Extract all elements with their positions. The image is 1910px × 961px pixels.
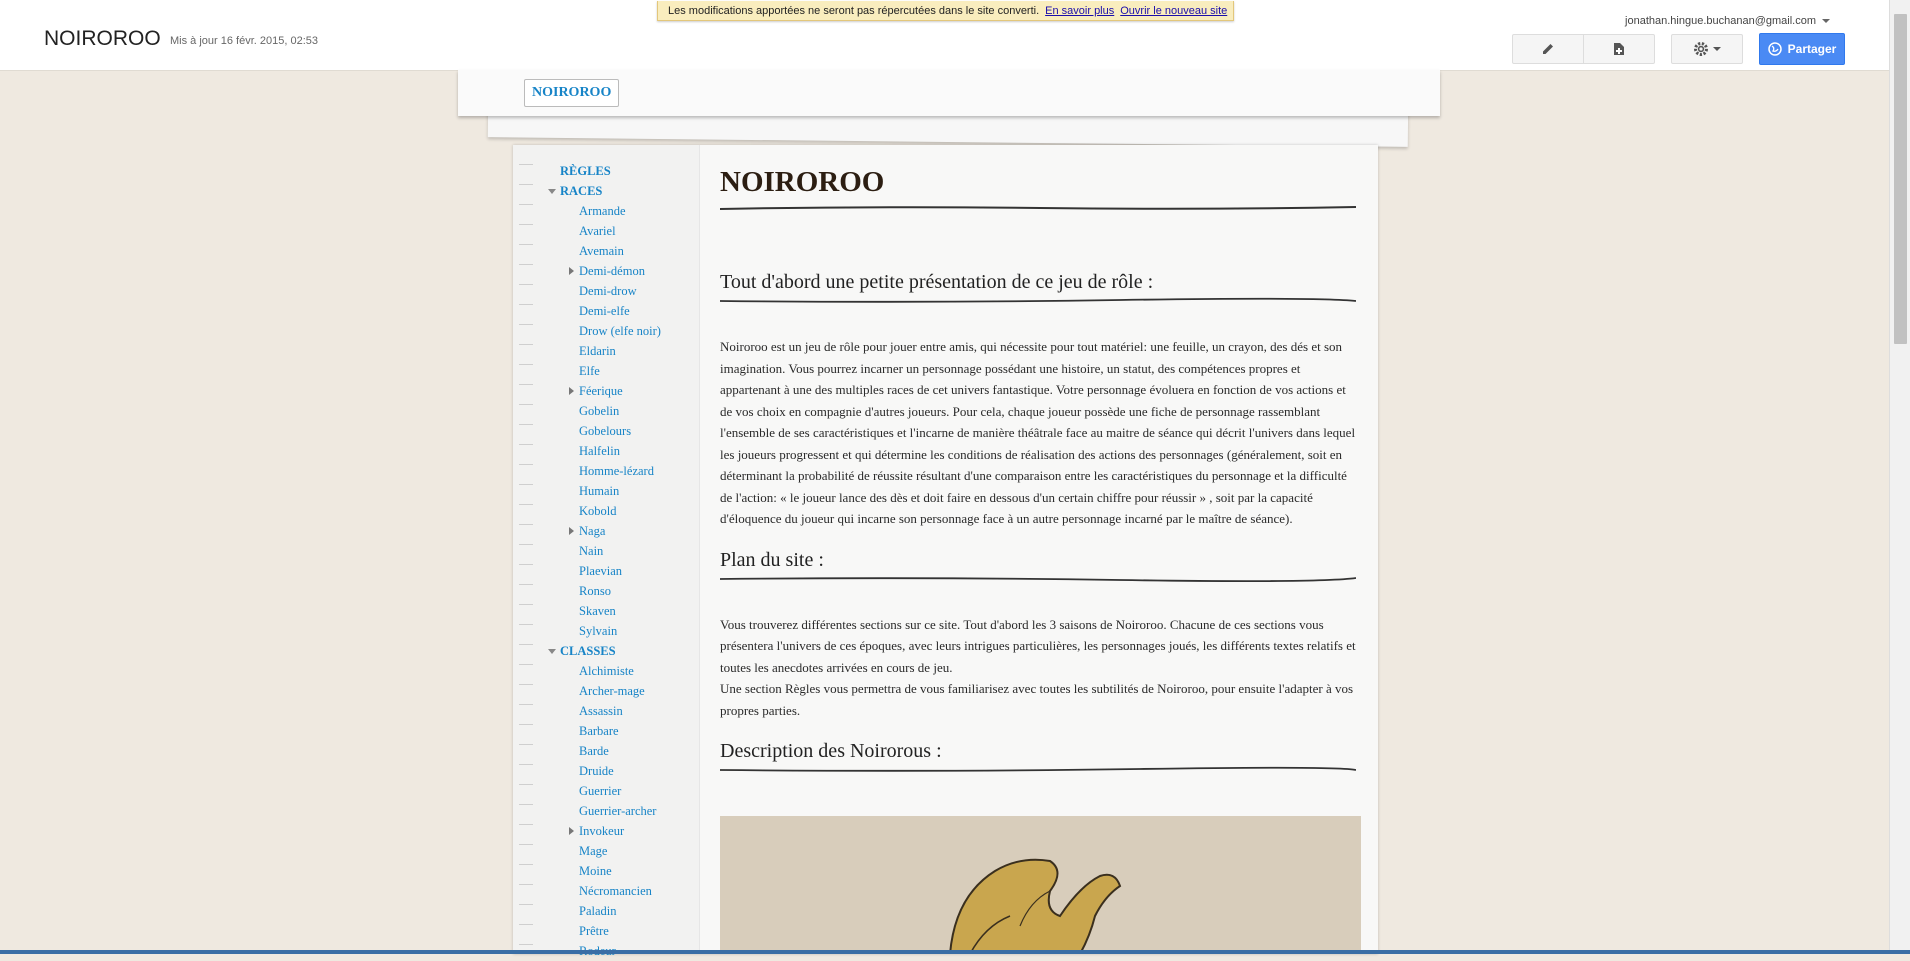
user-email: jonathan.hingue.buchanan@gmail.com xyxy=(1625,15,1816,27)
nav-item[interactable]: Invokeur xyxy=(541,821,699,841)
learn-more-link[interactable]: En savoir plus xyxy=(1045,5,1114,17)
section-underline xyxy=(719,576,1357,582)
nav-item[interactable]: Skaven xyxy=(541,601,699,621)
nav-regles[interactable]: RÈGLES xyxy=(541,161,699,181)
header-home-tab[interactable]: NOIROROO xyxy=(524,79,620,107)
expand-down-icon[interactable] xyxy=(548,649,556,654)
nav-item[interactable]: Moine xyxy=(541,861,699,881)
expand-right-icon[interactable] xyxy=(569,267,574,275)
settings-button[interactable] xyxy=(1671,34,1743,64)
nav-races[interactable]: RACES xyxy=(541,181,699,201)
new-page-icon xyxy=(1614,43,1624,55)
nav-item[interactable]: Archer-mage xyxy=(541,681,699,701)
nav-item[interactable]: Demi-elfe xyxy=(541,301,699,321)
nav-item[interactable]: Naga xyxy=(541,521,699,541)
nav-item[interactable]: Nain xyxy=(541,541,699,561)
section-heading-description: Description des Noirorous : xyxy=(720,740,942,762)
chevron-down-icon xyxy=(1713,47,1721,51)
noirorou-illustration xyxy=(720,816,1361,954)
expand-right-icon[interactable] xyxy=(569,827,574,835)
chevron-down-icon xyxy=(1822,19,1830,24)
nav-item[interactable]: Drow (elfe noir) xyxy=(541,321,699,341)
nav-item[interactable]: Demi-démon xyxy=(541,261,699,281)
user-account-menu[interactable]: jonathan.hingue.buchanan@gmail.com xyxy=(1625,15,1830,27)
spiral-binding xyxy=(519,150,533,950)
expand-down-icon[interactable] xyxy=(548,189,556,194)
nav-item[interactable]: Elfe xyxy=(541,361,699,381)
pencil-icon xyxy=(1543,44,1553,54)
presentation-paragraph: Noiroroo est un jeu de rôle pour jouer e… xyxy=(720,339,1356,526)
open-new-site-link[interactable]: Ouvrir le nouveau site xyxy=(1120,5,1227,17)
plan-paragraph-1: Vous trouverez différentes sections sur … xyxy=(720,616,1356,675)
nav-item-label: Féerique xyxy=(579,384,623,398)
nav-item[interactable]: Avemain xyxy=(541,241,699,261)
nav-item[interactable]: Homme-lézard xyxy=(541,461,699,481)
gear-icon xyxy=(1694,42,1708,56)
nav-item[interactable]: Halfelin xyxy=(541,441,699,461)
nav-item[interactable]: Nécromancien xyxy=(541,881,699,901)
nav-item[interactable]: Barbare xyxy=(541,721,699,741)
section-underline xyxy=(719,766,1357,772)
sidebar-nav: RÈGLES RACES Armande Avariel Avemain Dem… xyxy=(541,161,699,961)
main-content: NOIROROO Tout d'abord une petite présent… xyxy=(719,160,1360,789)
site-title[interactable]: NOIROROO xyxy=(44,27,161,51)
nav-races-label: RACES xyxy=(560,184,603,198)
section-heading-plan: Plan du site : xyxy=(720,548,824,571)
section-heading-presentation: Tout d'abord une petite présentation de … xyxy=(720,271,1154,293)
expand-right-icon[interactable] xyxy=(569,527,574,535)
nav-item-label: Demi-démon xyxy=(579,264,645,278)
nav-item[interactable]: Ronso xyxy=(541,581,699,601)
nav-item[interactable]: Féerique xyxy=(541,381,699,401)
edit-page-button[interactable] xyxy=(1513,35,1584,63)
expand-right-icon[interactable] xyxy=(569,387,574,395)
nav-item[interactable]: Avariel xyxy=(541,221,699,241)
vertical-scrollbar[interactable] xyxy=(1889,0,1910,954)
nav-item[interactable]: Alchimiste xyxy=(541,661,699,681)
taskbar-edge xyxy=(0,950,1910,954)
nav-item[interactable]: Plaevian xyxy=(541,561,699,581)
nav-item[interactable]: Armande xyxy=(541,201,699,221)
nav-item[interactable]: Sylvain xyxy=(541,621,699,641)
nav-item[interactable]: Paladin xyxy=(541,901,699,921)
nav-item[interactable]: Eldarin xyxy=(541,341,699,361)
edit-button-group xyxy=(1512,34,1655,64)
nav-item[interactable]: Assassin xyxy=(541,701,699,721)
title-underline xyxy=(719,206,1357,210)
creature-drawing xyxy=(720,816,1361,954)
nav-item[interactable]: Guerrier-archer xyxy=(541,801,699,821)
nav-classes[interactable]: CLASSES xyxy=(541,641,699,661)
last-updated: Mis à jour 16 févr. 2015, 02:53 xyxy=(170,35,318,47)
section-underline xyxy=(719,297,1357,303)
nav-item-label: Naga xyxy=(579,524,606,538)
nav-item[interactable]: Druide xyxy=(541,761,699,781)
nav-item[interactable]: Gobelours xyxy=(541,421,699,441)
nav-item[interactable]: Kobold xyxy=(541,501,699,521)
scrollbar-thumb[interactable] xyxy=(1894,14,1907,344)
plan-paragraph-2: Une section Règles vous permettra de vou… xyxy=(720,681,1354,718)
conversion-notice: Les modifications apportées ne seront pa… xyxy=(657,1,1234,21)
nav-item[interactable]: Prêtre xyxy=(541,921,699,941)
share-label: Partager xyxy=(1787,42,1837,56)
nav-item[interactable]: Barde xyxy=(541,741,699,761)
share-button[interactable]: Partager xyxy=(1759,33,1845,65)
nav-item-label: Invokeur xyxy=(579,824,625,838)
nav-item[interactable]: Humain xyxy=(541,481,699,501)
nav-classes-label: CLASSES xyxy=(560,644,616,658)
nav-item[interactable]: Guerrier xyxy=(541,781,699,801)
nav-item[interactable]: Demi-drow xyxy=(541,281,699,301)
page-title: NOIROROO xyxy=(720,166,885,198)
nav-item[interactable]: Mage xyxy=(541,841,699,861)
new-page-button[interactable] xyxy=(1584,35,1654,63)
globe-icon xyxy=(1767,42,1782,56)
notice-text: Les modifications apportées ne seront pa… xyxy=(668,5,1040,17)
nav-item[interactable]: Gobelin xyxy=(541,401,699,421)
